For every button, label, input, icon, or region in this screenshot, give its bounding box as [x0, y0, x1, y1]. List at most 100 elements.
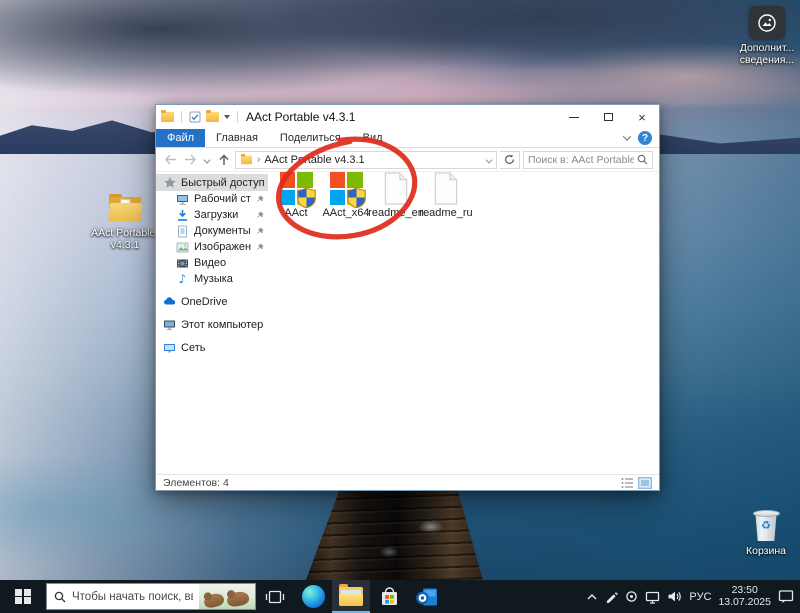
desktop-icon	[176, 193, 189, 206]
ribbon-collapse-icon[interactable]	[623, 132, 631, 140]
uac-shield-icon	[297, 187, 316, 208]
start-button[interactable]	[0, 580, 46, 613]
address-dropdown-icon[interactable]	[486, 156, 493, 163]
explorer-search[interactable]	[523, 151, 653, 169]
tab-share[interactable]: Поделиться	[269, 129, 352, 147]
computer-icon	[163, 318, 176, 331]
search-icon	[54, 591, 66, 603]
task-view-icon	[265, 589, 285, 605]
recent-locations-icon[interactable]	[202, 151, 212, 169]
qat-dropdown-icon[interactable]	[224, 115, 230, 119]
explorer-search-input[interactable]	[528, 154, 634, 166]
title-bar: AAct Portable v4.3.1 ×	[156, 105, 659, 129]
breadcrumb-folder-icon	[241, 155, 252, 164]
desktop-icon-aact-folder[interactable]: AAct Portable- v4.3.1	[90, 194, 160, 251]
sidebar-item-music[interactable]: ♪ Музыка	[156, 271, 268, 287]
network-icon	[163, 341, 176, 354]
tab-view[interactable]: Вид	[352, 129, 394, 147]
sidebar-item-onedrive[interactable]: OneDrive	[156, 293, 268, 310]
file-item-readme-en[interactable]: readme_en	[374, 172, 418, 219]
sync-icon[interactable]	[625, 590, 638, 603]
sidebar-item-quick-access[interactable]: Быстрый доступ	[156, 174, 268, 191]
windows-logo-app-icon	[280, 172, 313, 205]
pin-icon[interactable]	[256, 227, 264, 235]
details-view-icon[interactable]	[621, 477, 634, 489]
sidebar-item-videos[interactable]: Видео	[156, 255, 268, 271]
text-file-icon	[431, 172, 461, 205]
window-controls: ×	[557, 105, 659, 129]
pin-icon[interactable]	[256, 195, 264, 203]
file-item-aact-x64[interactable]: AAct_x64	[324, 172, 368, 219]
recycle-symbol-icon: ♻	[761, 519, 771, 532]
network-tray-icon[interactable]	[645, 590, 660, 604]
address-bar[interactable]: › AAct Portable v4.3.1	[235, 151, 497, 169]
sidebar-item-network[interactable]: Сеть	[156, 339, 268, 356]
up-button[interactable]	[215, 151, 232, 169]
back-button[interactable]	[162, 151, 179, 169]
action-center-icon[interactable]	[778, 589, 794, 604]
breadcrumb[interactable]: AAct Portable v4.3.1	[264, 154, 364, 166]
desktop-icon-label: AAct Portable- v4.3.1	[91, 227, 159, 251]
explorer-window: AAct Portable v4.3.1 × Файл Главная Поде…	[155, 104, 660, 491]
file-explorer-button[interactable]	[332, 580, 370, 613]
store-button[interactable]	[370, 580, 408, 613]
clock[interactable]: 23:50 13.07.2025	[718, 585, 771, 608]
clock-date: 13.07.2025	[718, 597, 771, 609]
text-file-icon	[381, 172, 411, 205]
folder-icon	[107, 194, 143, 224]
pen-icon[interactable]	[605, 590, 618, 603]
window-title: AAct Portable v4.3.1	[246, 110, 355, 124]
sidebar-item-pictures[interactable]: Изображения	[156, 239, 268, 255]
file-item-aact[interactable]: AAct	[274, 172, 318, 219]
edge-icon	[302, 585, 325, 608]
minimize-button[interactable]	[557, 105, 591, 129]
documents-icon	[176, 225, 189, 238]
store-icon	[379, 585, 400, 608]
file-list: AAct AAct_x64 readme_en	[268, 172, 659, 474]
edge-button[interactable]	[294, 580, 332, 613]
uac-shield-icon	[347, 187, 366, 208]
sidebar-item-this-pc[interactable]: Этот компьютер	[156, 316, 268, 333]
desktop-icon-info[interactable]: Дополнит... сведения...	[736, 6, 798, 66]
tray-expand-icon[interactable]	[586, 591, 598, 603]
star-icon	[163, 176, 176, 189]
sidebar-item-downloads[interactable]: Загрузки	[156, 207, 268, 223]
quick-access-toolbar	[161, 111, 240, 123]
new-folder-icon[interactable]	[206, 112, 219, 122]
maximize-button[interactable]	[591, 105, 625, 129]
outlook-icon	[415, 586, 439, 608]
close-button[interactable]: ×	[625, 105, 659, 129]
file-item-readme-ru[interactable]: readme_ru	[424, 172, 468, 219]
pin-icon[interactable]	[256, 243, 264, 251]
search-icon	[637, 154, 648, 165]
tab-file[interactable]: Файл	[156, 129, 205, 147]
photos-app-icon	[749, 6, 785, 39]
volume-icon[interactable]	[667, 590, 682, 603]
recycle-bin-icon: ♻	[753, 510, 780, 542]
sidebar-item-desktop[interactable]: Рабочий стол	[156, 191, 268, 207]
tab-home[interactable]: Главная	[205, 129, 269, 147]
taskbar-search-input[interactable]	[72, 591, 193, 603]
file-explorer-icon	[339, 587, 363, 606]
forward-button[interactable]	[182, 151, 199, 169]
properties-check-icon[interactable]	[189, 111, 201, 123]
downloads-icon	[176, 209, 189, 222]
navigation-pane: Быстрый доступ Рабочий стол Загрузки	[156, 172, 268, 474]
outlook-button[interactable]	[408, 580, 446, 613]
task-view-button[interactable]	[256, 580, 294, 613]
desktop-icon-recycle-bin[interactable]: ♻ Корзина	[737, 510, 795, 557]
refresh-button[interactable]	[500, 151, 520, 169]
thumbnail-view-icon[interactable]	[638, 477, 652, 489]
clock-time: 23:50	[718, 585, 771, 597]
ribbon-tabs: Файл Главная Поделиться Вид ?	[156, 129, 659, 148]
breadcrumb-separator: ›	[257, 154, 260, 165]
desktop-icon-label: Корзина	[746, 545, 786, 557]
language-indicator[interactable]: РУС	[689, 591, 711, 603]
help-icon[interactable]: ?	[638, 131, 652, 145]
pin-icon[interactable]	[256, 211, 264, 219]
video-icon	[176, 257, 189, 270]
search-highlight-image[interactable]	[199, 584, 255, 609]
taskbar-search[interactable]	[46, 583, 256, 610]
sidebar-item-documents[interactable]: Документы	[156, 223, 268, 239]
music-note-icon: ♪	[176, 273, 189, 286]
